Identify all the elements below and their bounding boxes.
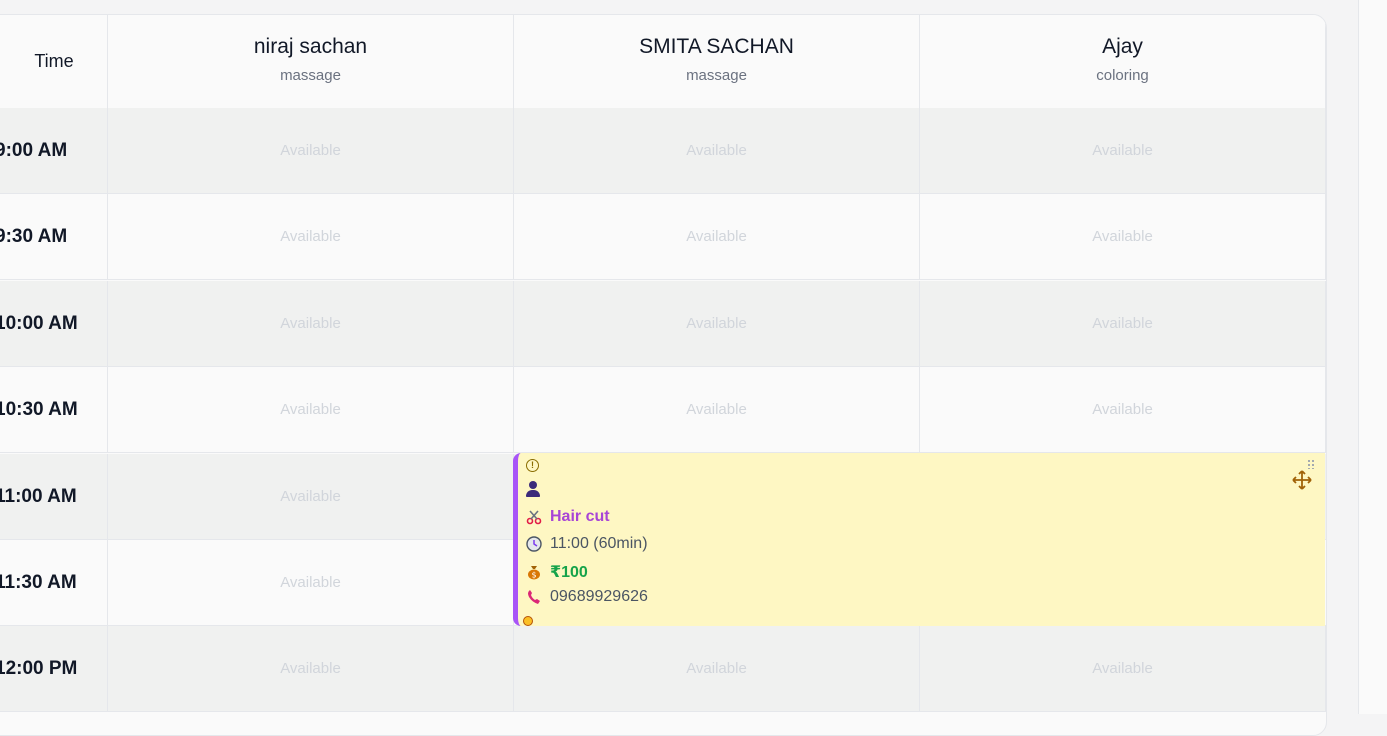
available-slot[interactable]: Available: [514, 626, 920, 711]
time-row: 9:00 AM Available Available Available: [0, 108, 1326, 194]
svg-text:$: $: [531, 571, 536, 580]
customer-phone: 09689929626: [550, 588, 648, 605]
available-slot[interactable]: Available: [920, 626, 1326, 711]
header-row: Time niraj sachan massage SMITA SACHAN m…: [0, 15, 1326, 109]
time-label: 11:30 AM: [0, 540, 108, 625]
appointment-price: ₹100: [550, 564, 588, 581]
time-label: 9:30 AM: [0, 194, 108, 279]
time-row: 9:30 AM Available Available Available: [0, 194, 1326, 280]
appointment-time: 11:00 (60min): [550, 535, 648, 552]
clock-icon: [526, 536, 542, 552]
time-label: 10:00 AM: [0, 281, 108, 366]
scissors-icon: [526, 509, 542, 525]
available-slot[interactable]: Available: [108, 454, 514, 539]
money-bag-icon: $: [526, 564, 542, 580]
available-slot[interactable]: Available: [514, 108, 920, 193]
service-line: Hair cut: [526, 508, 610, 526]
available-slot[interactable]: Available: [920, 281, 1326, 366]
phone-icon: [526, 589, 542, 605]
available-slot[interactable]: Available: [514, 281, 920, 366]
staff-name: niraj sachan: [253, 35, 368, 58]
time-label: 11:00 AM: [0, 454, 108, 539]
phone-line: 09689929626: [526, 588, 648, 606]
time-label: 10:30 AM: [0, 367, 108, 452]
available-slot[interactable]: Available: [514, 367, 920, 452]
service-name: Hair cut: [550, 508, 610, 525]
staff-role: coloring: [1096, 67, 1149, 84]
staff-name: Ajay: [1102, 35, 1143, 58]
time-row: 10:30 AM Available Available Available: [0, 367, 1326, 453]
time-label: 9:00 AM: [0, 108, 108, 193]
available-slot[interactable]: Available: [920, 367, 1326, 452]
vertical-scrollbar[interactable]: [1358, 0, 1387, 714]
available-slot[interactable]: Available: [108, 626, 514, 711]
person-icon: [526, 481, 540, 497]
alert-circle-icon: !: [526, 459, 539, 472]
available-slot[interactable]: Available: [108, 540, 514, 625]
time-row: 12:00 PM Available Available Available: [0, 626, 1326, 712]
available-slot[interactable]: Available: [108, 281, 514, 366]
staff-role: massage: [280, 67, 341, 84]
appointment-card[interactable]: ! Hair cut 11:00 (60min) $ ₹100 09689929…: [513, 453, 1325, 626]
status-indicator: [523, 616, 533, 626]
price-line: $ ₹100: [526, 562, 588, 582]
staff-header-1[interactable]: niraj sachan massage: [108, 15, 514, 108]
staff-header-3[interactable]: Ajay coloring: [920, 15, 1326, 108]
staff-name: SMITA SACHAN: [639, 35, 794, 58]
available-slot[interactable]: Available: [920, 194, 1326, 279]
move-icon[interactable]: [1291, 469, 1313, 491]
schedule-grid: Time niraj sachan massage SMITA SACHAN m…: [0, 14, 1327, 736]
staff-header-2[interactable]: SMITA SACHAN massage: [514, 15, 920, 108]
staff-role: massage: [686, 67, 747, 84]
time-line: 11:00 (60min): [526, 535, 648, 553]
available-slot[interactable]: Available: [108, 108, 514, 193]
time-label: 12:00 PM: [0, 626, 108, 711]
available-slot[interactable]: Available: [920, 108, 1326, 193]
available-slot[interactable]: Available: [108, 367, 514, 452]
time-column-header: Time: [0, 15, 108, 108]
drag-handle-icon[interactable]: [1307, 459, 1315, 469]
available-slot[interactable]: Available: [514, 194, 920, 279]
available-slot[interactable]: Available: [108, 194, 514, 279]
customer-line: [526, 481, 548, 497]
time-row: 10:00 AM Available Available Available: [0, 281, 1326, 367]
